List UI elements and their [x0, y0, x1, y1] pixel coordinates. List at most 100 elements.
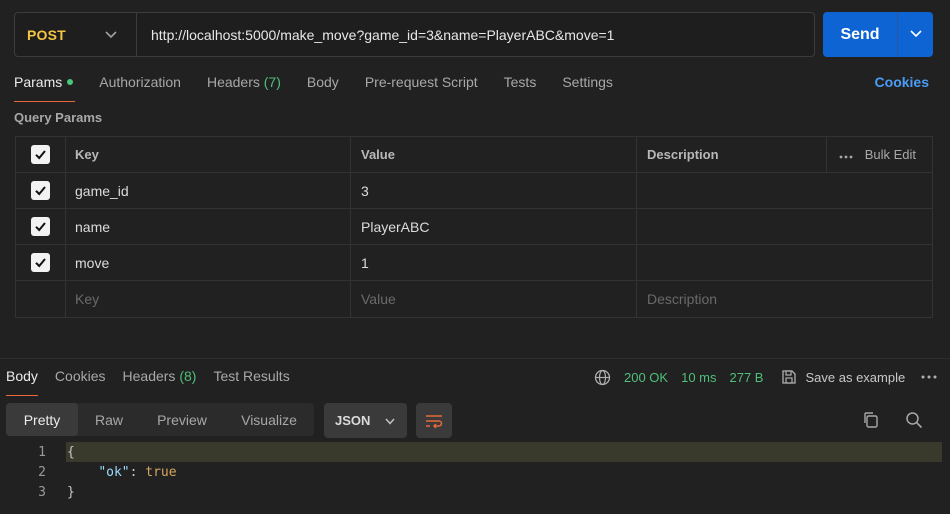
param-value-input[interactable]: 1: [351, 245, 637, 280]
param-description-input[interactable]: [637, 173, 932, 208]
format-select[interactable]: JSON: [324, 403, 407, 438]
check-icon: [35, 186, 46, 196]
response-tab-cookies[interactable]: Cookies: [55, 368, 106, 392]
tab-label: Pre-request Script: [364, 74, 478, 90]
row-check-cell: [16, 281, 66, 317]
save-icon: [782, 370, 797, 384]
line-number: 1: [38, 444, 46, 460]
row-checkbox[interactable]: [31, 217, 50, 236]
globe-icon[interactable]: [594, 369, 611, 386]
check-icon: [35, 258, 46, 268]
response-body-editor[interactable]: 1 { 2 "ok": true 3 }: [0, 442, 950, 502]
copy-icon[interactable]: [862, 411, 880, 429]
tab-authorization[interactable]: Authorization: [99, 74, 181, 100]
cookies-link[interactable]: Cookies: [875, 74, 929, 90]
param-value-input[interactable]: PlayerABC: [351, 209, 637, 244]
pane-divider[interactable]: [0, 358, 950, 359]
response-headers-count: (8): [179, 368, 197, 384]
description-header-label: Description: [647, 147, 719, 162]
new-key-input[interactable]: Key: [66, 281, 351, 317]
new-description-input[interactable]: Description: [637, 281, 932, 317]
format-label: JSON: [335, 413, 371, 428]
param-key-input[interactable]: game_id: [66, 173, 351, 208]
tab-label: Params: [14, 74, 63, 90]
table-header-row: Key Value Description Bulk Edit: [16, 137, 932, 173]
chevron-down-icon: [104, 27, 118, 44]
view-pretty[interactable]: Pretty: [6, 403, 78, 436]
tab-label: Settings: [562, 74, 613, 90]
request-url-bar: POST http://localhost:5000/make_move?gam…: [14, 12, 815, 57]
tab-params[interactable]: Params: [14, 74, 76, 102]
query-params-title: Query Params: [14, 110, 103, 125]
tab-tests[interactable]: Tests: [504, 74, 537, 100]
tab-headers[interactable]: Headers (7): [207, 74, 281, 100]
column-header-description: Description Bulk Edit: [637, 137, 932, 172]
response-tab-headers[interactable]: Headers (8): [123, 368, 197, 392]
code-text: "ok": true: [67, 464, 177, 480]
column-header-key: Key: [66, 137, 351, 172]
code-line: 3 }: [0, 482, 950, 502]
ellipsis-icon[interactable]: [839, 147, 853, 162]
row-check-cell: [16, 245, 66, 280]
tab-label: Headers: [206, 74, 260, 90]
param-value-input[interactable]: 3: [351, 173, 637, 208]
check-icon: [35, 150, 46, 160]
table-row: game_id 3: [16, 173, 932, 209]
response-size[interactable]: 277 B: [730, 370, 764, 385]
code-line: 2 "ok": true: [0, 462, 950, 482]
response-status-bar: 200 OK 10 ms 277 B Save as example: [594, 368, 937, 386]
param-description-input[interactable]: [637, 209, 932, 244]
status-code[interactable]: 200 OK: [624, 370, 668, 385]
new-value-input[interactable]: Value: [351, 281, 637, 317]
method-select[interactable]: POST: [15, 13, 137, 56]
tab-label: Tests: [503, 74, 537, 90]
select-all-cell: [16, 137, 66, 172]
code-line: 1 {: [0, 442, 950, 462]
wrap-lines-icon: [426, 414, 443, 429]
row-checkbox[interactable]: [31, 181, 50, 200]
response-tab-body[interactable]: Body: [6, 368, 38, 396]
bulk-edit-button[interactable]: Bulk Edit: [865, 147, 916, 162]
view-mode-segment: Pretty Raw Preview Visualize: [6, 403, 314, 436]
send-button[interactable]: Send: [823, 26, 897, 44]
param-key-input[interactable]: name: [66, 209, 351, 244]
column-header-value: Value: [351, 137, 637, 172]
tab-pre-request-script[interactable]: Pre-request Script: [365, 74, 478, 100]
table-row-empty: Key Value Description: [16, 281, 932, 317]
view-preview[interactable]: Preview: [140, 403, 224, 436]
json-value: true: [145, 464, 177, 480]
json-colon: :: [129, 464, 146, 480]
query-params-table: Key Value Description Bulk Edit game_id …: [15, 136, 933, 318]
param-description-input[interactable]: [637, 245, 932, 280]
save-as-example-button[interactable]: Save as example: [781, 369, 905, 385]
chevron-down-icon: [909, 26, 923, 43]
bulk-edit-area: Bulk Edit: [825, 137, 932, 172]
response-time[interactable]: 10 ms: [681, 370, 716, 385]
view-raw[interactable]: Raw: [78, 403, 140, 436]
response-tab-test-results[interactable]: Test Results: [213, 368, 289, 392]
save-as-example-label: Save as example: [805, 369, 906, 385]
method-label: POST: [27, 26, 66, 43]
row-checkbox[interactable]: [31, 253, 50, 272]
line-number: 3: [38, 484, 46, 500]
table-row: name PlayerABC: [16, 209, 932, 245]
send-options-button[interactable]: [898, 12, 933, 57]
url-input[interactable]: http://localhost:5000/make_move?game_id=…: [137, 27, 614, 43]
check-icon: [35, 222, 46, 232]
search-icon[interactable]: [905, 411, 923, 429]
json-key: "ok": [98, 464, 130, 480]
wrap-lines-button[interactable]: [416, 403, 452, 438]
tab-body[interactable]: Body: [307, 74, 339, 100]
param-key-input[interactable]: move: [66, 245, 351, 280]
code-text: }: [67, 484, 75, 500]
select-all-checkbox[interactable]: [31, 145, 50, 164]
more-icon[interactable]: [921, 375, 937, 379]
line-number: 2: [38, 464, 46, 480]
response-tabs: Body Cookies Headers (8) Test Results: [6, 368, 307, 396]
tab-settings[interactable]: Settings: [562, 74, 613, 100]
send-button-group: Send: [823, 12, 933, 57]
chevron-down-icon: [384, 415, 396, 427]
tab-label: Body: [306, 74, 339, 90]
table-row: move 1: [16, 245, 932, 281]
view-visualize[interactable]: Visualize: [224, 403, 314, 436]
